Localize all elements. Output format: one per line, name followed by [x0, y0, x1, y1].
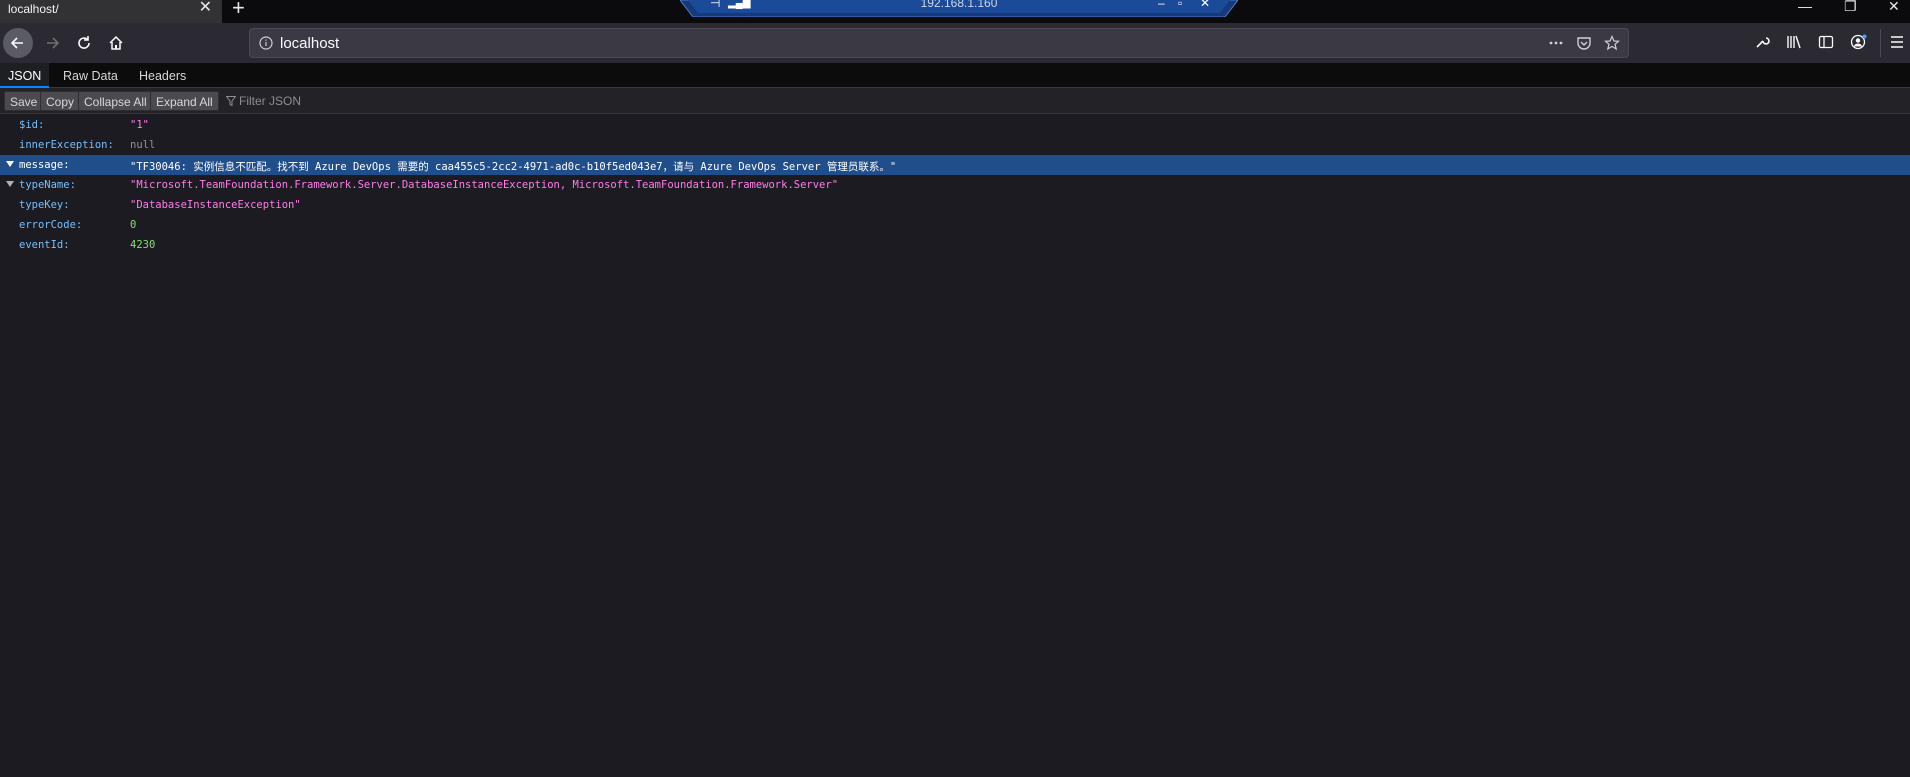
tab-strip: localhost/ ✕ + ⊣ ▂▄▆ 192.168.1.160 – ▫ ✕…: [0, 0, 1910, 25]
window-close-icon[interactable]: ✕: [1888, 0, 1900, 15]
minimize-icon[interactable]: –: [1158, 0, 1165, 10]
tab-headers[interactable]: Headers: [131, 63, 194, 88]
filter-icon: [226, 96, 236, 106]
json-key: eventId:: [19, 239, 70, 251]
home-button[interactable]: [101, 28, 131, 58]
collapse-all-button[interactable]: Collapse All: [78, 91, 153, 111]
json-key: errorCode:: [19, 219, 83, 231]
restore-icon[interactable]: ▫: [1178, 0, 1182, 10]
json-value: 0: [130, 219, 137, 231]
json-value: "Microsoft.TeamFoundation.Framework.Serv…: [130, 179, 839, 191]
remote-desktop-banner: ⊣ ▂▄▆ 192.168.1.160 – ▫ ✕: [680, 0, 1238, 17]
filter-json-input[interactable]: Filter JSON: [239, 94, 301, 108]
account-icon[interactable]: [1850, 34, 1868, 50]
json-key: message:: [19, 159, 70, 171]
nav-bar: localhost: [0, 23, 1910, 63]
bookmark-star-icon[interactable]: [1604, 35, 1620, 51]
back-arrow-icon: [10, 37, 23, 49]
expand-toggle-icon[interactable]: [6, 181, 14, 187]
expand-toggle-icon[interactable]: [6, 161, 14, 167]
copy-button[interactable]: Copy: [40, 91, 81, 111]
window-minimize-icon[interactable]: —: [1798, 0, 1812, 14]
close-icon[interactable]: ✕: [1200, 0, 1210, 10]
json-key: typeName:: [19, 179, 76, 191]
json-row-selected[interactable]: message: "TF30046: 实例信息不匹配。找不到 Azure Dev…: [0, 155, 1910, 175]
json-key: $id:: [19, 119, 45, 131]
json-value: "DatabaseInstanceException": [130, 199, 301, 211]
url-text[interactable]: localhost: [280, 35, 339, 52]
json-row[interactable]: typeKey: "DatabaseInstanceException": [0, 195, 1910, 215]
json-viewer-tabs: JSON Raw Data Headers: [0, 63, 1910, 88]
json-row[interactable]: typeName: "Microsoft.TeamFoundation.Fram…: [0, 175, 1910, 195]
json-row[interactable]: errorCode: 0: [0, 215, 1910, 235]
save-button[interactable]: Save: [4, 91, 44, 111]
json-row[interactable]: eventId: 4230: [0, 235, 1910, 255]
json-key: innerException:: [19, 139, 114, 151]
json-value: "TF30046: 实例信息不匹配。找不到 Azure DevOps 需要的 c…: [130, 161, 897, 173]
tab-json[interactable]: JSON: [0, 63, 50, 88]
wrench-icon[interactable]: [1754, 34, 1770, 50]
menu-icon[interactable]: [1890, 34, 1904, 50]
reload-icon: [78, 36, 90, 49]
url-bar[interactable]: localhost: [249, 28, 1629, 58]
json-value: "1": [130, 119, 149, 131]
home-icon: [109, 35, 123, 50]
new-tab-icon[interactable]: +: [232, 0, 245, 19]
tab-raw-data[interactable]: Raw Data: [55, 63, 126, 88]
reload-button[interactable]: [69, 28, 99, 58]
forward-button[interactable]: [37, 28, 67, 58]
json-value: null: [130, 139, 156, 151]
json-tree: $id: "1" innerException: null message: "…: [0, 115, 1910, 255]
remote-ip: 192.168.1.160: [920, 0, 998, 10]
json-value: 4230: [130, 239, 156, 251]
sidebar-icon[interactable]: [1818, 34, 1834, 50]
pocket-icon[interactable]: [1576, 35, 1592, 51]
library-icon[interactable]: [1786, 34, 1802, 50]
browser-tab[interactable]: localhost/ ✕: [0, 0, 222, 25]
toolbar-separator: [1880, 29, 1881, 57]
tab-title: localhost/: [8, 2, 59, 16]
json-toolbar: Save Copy Collapse All Expand All Filter…: [0, 88, 1910, 114]
window-restore-icon[interactable]: ❐: [1844, 0, 1857, 15]
close-tab-icon[interactable]: ✕: [199, 0, 212, 16]
json-row[interactable]: $id: "1": [0, 115, 1910, 135]
back-button[interactable]: [3, 28, 33, 58]
page-actions-icon[interactable]: [1548, 35, 1564, 51]
json-key: typeKey:: [19, 199, 70, 211]
json-row[interactable]: innerException: null: [0, 135, 1910, 155]
info-icon[interactable]: [258, 35, 274, 51]
forward-arrow-icon: [47, 37, 60, 49]
expand-all-button[interactable]: Expand All: [150, 91, 219, 111]
